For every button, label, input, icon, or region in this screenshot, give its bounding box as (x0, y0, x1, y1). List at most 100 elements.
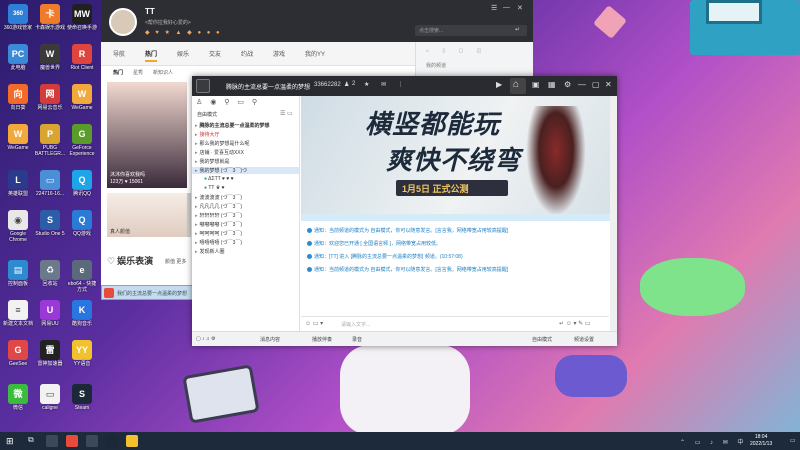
mic-icon[interactable]: ▢ ♪ ♫ ⚙ (196, 336, 216, 342)
desktop-shortcut[interactable]: ♻ 回收站 (34, 260, 66, 287)
desktop-shortcut[interactable]: 向向日葵 (2, 84, 34, 111)
right-panel-tools[interactable]: ⌂ ▯ ▢ ◫ (426, 48, 487, 54)
channel-item[interactable]: ▸ 轩轩轩轩 (づ￣3￣) (195, 212, 242, 219)
tab-games[interactable]: 游戏 (273, 49, 285, 58)
desktop-shortcut[interactable]: ▭ 224716-16... (34, 170, 66, 197)
channel-mode[interactable]: 自由模式 (197, 111, 217, 118)
chat-input[interactable]: 请输入文字... (341, 321, 370, 328)
channel-item[interactable]: ▸ 嘻嘻嘻嘻 (づ￣3￣) (195, 239, 242, 246)
minimized-channel-bar[interactable]: 我们的主流总要一点温柔的梦想 (101, 285, 197, 300)
desktop-shortcut[interactable]: YY YY语音 (66, 340, 98, 367)
close-icon[interactable]: ✕ (605, 80, 612, 89)
desktop-shortcut[interactable]: W WeGame (2, 124, 34, 151)
channel-user[interactable]: ● ΔΣTT ♥ ♥ ♥ (204, 176, 234, 182)
channel-item[interactable]: ▸ 腾脉的主流总要一点温柔的梦想 (195, 122, 270, 129)
tab-entertainment[interactable]: 娱乐 (177, 49, 189, 58)
taskbar-app[interactable] (66, 435, 78, 447)
game-icon[interactable]: ▣ (532, 80, 540, 89)
desktop-shortcut[interactable]: e ebo64 - 快捷方式 (66, 260, 98, 293)
desktop-shortcut[interactable]: Q 腾讯QQ (66, 170, 98, 197)
footer-accompany[interactable]: 播放伴奏 (312, 336, 332, 343)
channel-actions[interactable]: ★ ✉ ⋮ (364, 81, 409, 88)
notification-icon[interactable]: ▭ (790, 437, 796, 444)
settings-icon[interactable]: ⚙ (564, 80, 571, 89)
taskbar-app[interactable] (46, 435, 58, 447)
minimize-icon[interactable]: — (503, 4, 510, 11)
channel-tools[interactable]: ♙ ◉ ⚲ ▭ ⚲ (196, 98, 260, 106)
desktop-shortcut[interactable]: G GeForce Experience (66, 124, 98, 157)
enter-icon[interactable]: ↵ (515, 26, 520, 33)
desktop-shortcut[interactable]: Q QQ游戏 (66, 210, 98, 237)
maximize-icon[interactable]: ▢ (592, 80, 600, 89)
clock[interactable]: 18:04 2022/1/13 (750, 434, 772, 448)
tab-friends[interactable]: 交友 (209, 49, 221, 58)
subtab-star[interactable]: 星秀 (133, 69, 143, 76)
emoji-icon[interactable]: ☺ ▭ ▾ (305, 320, 323, 327)
footer-settings[interactable]: 频道设置 (574, 336, 594, 343)
subtab-knowledge[interactable]: 新知识人 (153, 69, 173, 76)
tab-battle[interactable]: 约战 (241, 49, 253, 58)
taskbar-app[interactable] (106, 435, 118, 447)
channel-item[interactable]: ▸ 嘟嘟嘟嘟 (づ￣3￣) (195, 221, 242, 228)
channel-item[interactable]: ▸ 那么我的梦想是什么呢 (195, 140, 250, 147)
desktop-shortcut[interactable]: W WeGame (66, 84, 98, 111)
desktop-shortcut[interactable]: L 英雄联盟 (2, 170, 34, 197)
system-tray-icons[interactable]: ⌃ ▭ ♪ ✉ 中 (680, 437, 747, 446)
taskbar-app[interactable] (126, 435, 138, 447)
desktop-shortcut[interactable]: U 网易UU (34, 300, 66, 327)
channel-item[interactable]: ▸ 我的梦想就是 (195, 158, 230, 165)
desktop-shortcut[interactable]: 雷雷神加速器 (34, 340, 66, 367)
channel-item[interactable]: ▸ 我的梦想 (づ￣3￣)づ (192, 167, 299, 174)
desktop-shortcut[interactable]: MW 使命召唤手游 (66, 4, 98, 31)
live-card-featured[interactable]: 沐沐你喜欢我吗 123万 ♥ 15061 (107, 82, 187, 188)
channel-item[interactable]: ▸ 呵呵呵呵 (づ￣3￣) (195, 230, 242, 237)
game-ad-banner[interactable]: 横竖都能玩 爽快不绕弯 1月5日 正式公测 (301, 96, 617, 221)
channel-item[interactable]: ▸ 接待大厅 (195, 131, 220, 138)
footer-message[interactable]: 消息内容 (260, 336, 280, 343)
desktop-shortcut[interactable]: R Riot Client (66, 44, 98, 71)
channel-mode-icons[interactable]: ☰ ▭ (280, 110, 293, 117)
desktop-shortcut[interactable]: S Steam (66, 384, 98, 411)
subtab-hot[interactable]: 热门 (113, 69, 123, 76)
desktop-shortcut[interactable]: ▭ caligne (34, 384, 66, 411)
desktop-shortcut[interactable]: P PUBG BATTLEGR... (34, 124, 66, 157)
desktop-shortcut[interactable]: 网网易云音乐 (34, 84, 66, 111)
desktop-shortcut[interactable]: 微微信 (2, 384, 34, 411)
footer-mode[interactable]: 自由模式 (532, 336, 552, 343)
channel-user[interactable]: ● TT ♛ ♥ (204, 185, 225, 191)
yy-channel-window[interactable]: 腾脉的主流总要一点温柔的梦想 33662282 ♟ 2 ★ ✉ ⋮ ▶ ⌂ ▣ … (192, 76, 617, 346)
channel-item[interactable]: ▸ 店铺 · 爱喜互动XXX (195, 149, 244, 156)
channel-item[interactable]: ▸ 凡凡几几 (づ￣3￣) (195, 203, 242, 210)
desktop-shortcut[interactable]: K 酷狗音乐 (66, 300, 98, 327)
live-card-second[interactable]: 真人颜值 (107, 193, 187, 237)
desktop-shortcut[interactable]: 360 360游戏管家 (2, 4, 34, 31)
desktop-shortcut[interactable]: ◉ Google Chrome (2, 210, 34, 243)
windows-start-icon[interactable]: ⊞ (6, 436, 14, 447)
apps-icon[interactable]: ▦ (548, 80, 556, 89)
right-panel-my-channel[interactable]: 我的频道 (426, 62, 446, 69)
scrollbar[interactable] (610, 96, 617, 331)
tab-my-yy[interactable]: 我的YY (305, 49, 325, 58)
footer-record[interactable]: 录音 (352, 336, 362, 343)
menu-icon[interactable]: ☰ (491, 4, 497, 12)
user-signature[interactable]: <帮你拉我好心爱的> (145, 19, 191, 26)
send-icon[interactable]: ↵ ☺ ▾ ✎ ▭ (559, 320, 591, 327)
user-badges[interactable]: ◆ ♥ ★ ▲ ◆ ● ● ● (145, 29, 222, 36)
task-view-icon[interactable]: ⧉ (28, 435, 34, 445)
video-icon[interactable]: ▶ (496, 80, 502, 89)
avatar[interactable] (109, 8, 137, 36)
desktop-shortcut[interactable]: G GeeSee (2, 340, 34, 367)
close-icon[interactable]: ✕ (517, 4, 523, 12)
desktop-shortcut[interactable]: PC 此电脑 (2, 44, 34, 71)
desktop-shortcut[interactable]: ▤ 控制面板 (2, 260, 34, 287)
section-more-link[interactable]: 颜值 更多 (165, 258, 186, 265)
desktop-shortcut[interactable]: S Studio One 5 (34, 210, 66, 237)
tab-hot[interactable]: 热门 (145, 49, 158, 62)
search-input[interactable]: 点击搜索... (415, 25, 527, 36)
minimize-icon[interactable]: — (578, 80, 586, 89)
desktop-shortcut[interactable]: W 魔兽世界 (34, 44, 66, 71)
channel-item[interactable]: ▸ 波波波波 (づ￣3￣) (195, 194, 242, 201)
channel-item[interactable]: ▸ 发现新人圈 (195, 248, 225, 255)
desktop-shortcut[interactable]: 卡卡森娱乐游戏 (34, 4, 66, 31)
taskbar-app[interactable] (86, 435, 98, 447)
